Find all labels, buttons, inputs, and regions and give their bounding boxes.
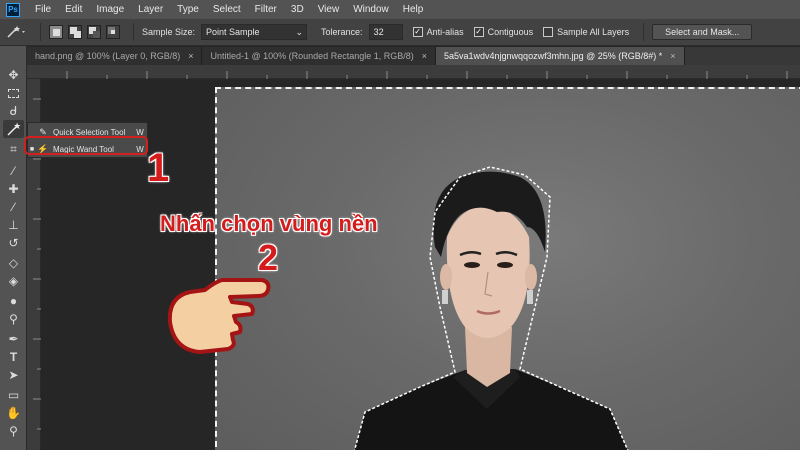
tab-label: 5a5va1wdv4njgnwqqozwf3mhn.jpg @ 25% (RGB… (444, 51, 663, 61)
tab-portrait-jpg[interactable]: 5a5va1wdv4njgnwqqozwf3mhn.jpg @ 25% (RGB… (436, 47, 685, 65)
menu-bar: Ps File Edit Image Layer Type Select Fil… (0, 0, 800, 19)
menu-file[interactable]: File (28, 0, 58, 19)
brush-icon[interactable]: ∕ (3, 198, 24, 216)
close-icon[interactable]: × (188, 47, 193, 65)
sample-size-label: Sample Size: (142, 27, 196, 37)
instruction-text: Nhấn chọn vùng nền (160, 211, 378, 236)
highlight-ring (24, 136, 148, 155)
crop-icon[interactable]: ⌗ (3, 140, 24, 158)
history-brush-icon[interactable]: ↺ (3, 234, 24, 252)
paint-bucket-icon[interactable]: ◈ (3, 272, 24, 290)
anti-alias-checkbox[interactable]: ✓ (412, 27, 423, 37)
options-separator (643, 23, 645, 41)
tools-panel: ✥ ᑯ ⌗ ⁄ ✚ ∕ ⊥ ↺ ◇ ◈ ● ⚲ ✒ T ➤ ▭ ✋ ⚲ (0, 46, 27, 450)
lasso-icon[interactable]: ᑯ (3, 102, 24, 120)
sample-size-select[interactable]: Point Sample ⌄ (201, 24, 308, 40)
menu-image[interactable]: Image (89, 0, 131, 19)
dodge-icon[interactable]: ⚲ (3, 310, 24, 328)
shape-icon[interactable]: ▭ (3, 386, 24, 404)
move-icon[interactable]: ✥ (3, 66, 24, 84)
contiguous-checkbox[interactable]: ✓ (473, 27, 484, 37)
menu-select[interactable]: Select (206, 0, 248, 19)
menu-window[interactable]: Window (346, 0, 396, 19)
subtract-from-selection-button[interactable] (87, 25, 101, 39)
pointing-hand-icon (160, 262, 280, 365)
canvas-area[interactable] (41, 80, 800, 450)
marquee-icon[interactable] (3, 84, 24, 102)
tab-label: hand.png @ 100% (Layer 0, RGB/8) (35, 51, 181, 61)
anti-alias-label: Anti-alias (426, 27, 464, 37)
eraser-icon[interactable]: ◇ (3, 254, 24, 272)
contiguous-label: Contiguous (487, 27, 534, 37)
hand-icon[interactable]: ✋ (3, 404, 24, 422)
tab-label: Untitled-1 @ 100% (Rounded Rectangle 1, … (210, 51, 414, 61)
sample-size-value: Point Sample (206, 27, 260, 37)
healing-brush-icon[interactable]: ✚ (3, 180, 24, 198)
menu-layer[interactable]: Layer (131, 0, 170, 19)
chevron-down-icon: ⌄ (295, 26, 304, 37)
menu-view[interactable]: View (311, 0, 347, 19)
tab-hand-png[interactable]: hand.png @ 100% (Layer 0, RGB/8) × (27, 47, 203, 65)
magic-wand-icon[interactable] (3, 120, 24, 138)
options-separator (40, 23, 41, 41)
options-separator (133, 23, 134, 41)
pen-icon[interactable]: ✒ (3, 330, 24, 348)
menu-help[interactable]: Help (396, 0, 431, 19)
options-bar: Sample Size: Point Sample ⌄ Tolerance: 3… (0, 19, 800, 46)
new-selection-button[interactable] (49, 25, 63, 39)
intersect-selection-button[interactable] (106, 25, 120, 39)
close-icon[interactable]: × (422, 47, 427, 65)
selection-marquee (215, 87, 800, 447)
horizontal-ruler[interactable] (27, 65, 800, 79)
step-1-label: 1 (147, 146, 170, 190)
path-selection-icon[interactable]: ➤ (3, 366, 24, 384)
menu-type[interactable]: Type (170, 0, 206, 19)
select-and-mask-button[interactable]: Select and Mask... (652, 24, 753, 40)
zoom-icon[interactable]: ⚲ (3, 422, 24, 440)
menu-3d[interactable]: 3D (284, 0, 311, 19)
eyedropper-icon[interactable]: ⁄ (3, 162, 24, 180)
menu-filter[interactable]: Filter (248, 0, 284, 19)
blur-icon[interactable]: ● (3, 292, 24, 310)
document-tabs: hand.png @ 100% (Layer 0, RGB/8) × Untit… (27, 47, 800, 65)
sample-all-layers-checkbox[interactable] (543, 27, 554, 37)
menu-edit[interactable]: Edit (58, 0, 89, 19)
tolerance-input[interactable]: 32 (368, 24, 403, 40)
tab-untitled-1[interactable]: Untitled-1 @ 100% (Rounded Rectangle 1, … (202, 47, 436, 65)
add-to-selection-button[interactable] (68, 25, 82, 39)
tolerance-label: Tolerance: (321, 27, 363, 37)
close-icon[interactable]: × (670, 47, 675, 65)
type-icon[interactable]: T (3, 348, 24, 366)
sample-all-layers-label: Sample All Layers (557, 27, 630, 37)
tool-preset-icon[interactable] (6, 25, 32, 39)
photoshop-logo-icon: Ps (6, 2, 20, 17)
clone-stamp-icon[interactable]: ⊥ (3, 216, 24, 234)
